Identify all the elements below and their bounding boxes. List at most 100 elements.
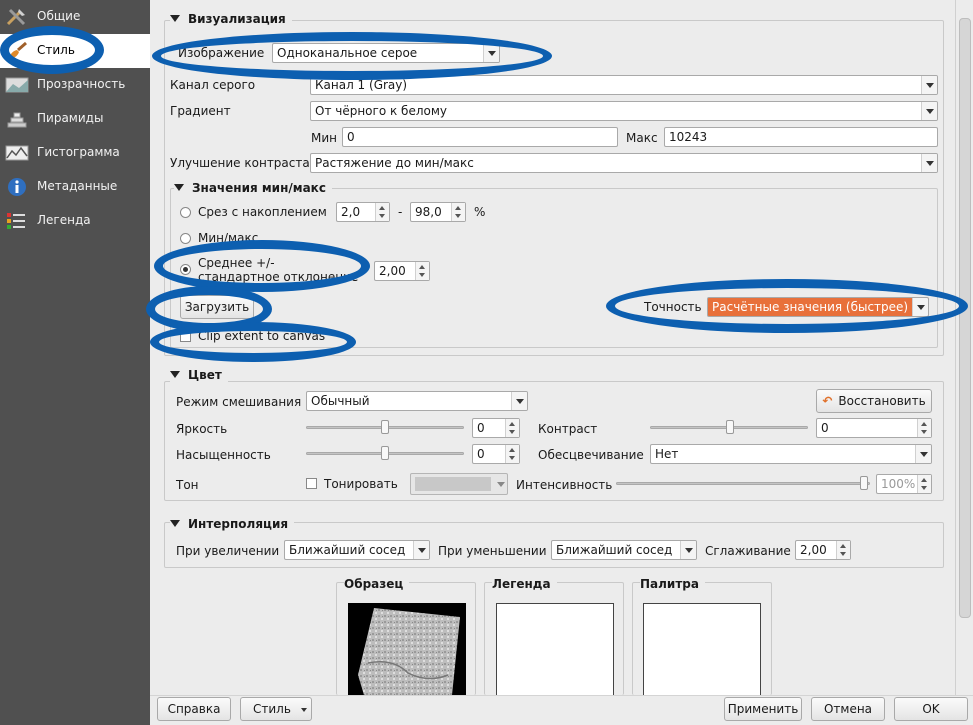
gray-band-label: Канал серого	[170, 78, 256, 92]
cumulative-cut-label: Срез с накоплением	[198, 205, 327, 219]
chevron-down-icon	[511, 392, 527, 410]
contrast-enhancement-label: Улучшение контраста	[170, 156, 310, 170]
stddev-label: Среднее +/- стандартное отклонение	[198, 256, 359, 284]
ok-button[interactable]: OK	[894, 697, 968, 721]
brightness-spinbox[interactable]: 0	[472, 418, 520, 438]
undo-icon: ↶	[822, 394, 833, 408]
contrast-spinbox[interactable]: 0	[816, 418, 932, 438]
max-label: Макс	[626, 131, 658, 145]
min-input[interactable]: 0	[342, 127, 618, 147]
brightness-label: Яркость	[176, 422, 228, 436]
saturation-label: Насыщенность	[176, 448, 271, 462]
raster-thumbnail	[358, 608, 460, 695]
spin-arrows-icon[interactable]	[415, 262, 429, 280]
cumulative-unit: %	[474, 205, 486, 219]
spin-arrows-icon[interactable]	[917, 419, 931, 437]
blend-mode-select[interactable]: Обычный	[306, 391, 528, 411]
zoomin-select[interactable]: Ближайший сосед	[284, 540, 430, 560]
spin-arrows-icon[interactable]	[917, 475, 931, 493]
cumulative-cut-radio[interactable]	[180, 207, 191, 218]
chevron-down-icon	[921, 76, 937, 94]
legend-title: Легенда	[492, 577, 557, 591]
load-button[interactable]: Загрузить	[180, 295, 254, 319]
color-picker-button[interactable]	[410, 473, 508, 495]
palette-title: Палитра	[640, 577, 705, 591]
help-button[interactable]: Справка	[157, 697, 231, 721]
brightness-slider-handle[interactable]	[381, 420, 389, 434]
spin-arrows-icon[interactable]	[505, 445, 519, 463]
sidebar-item-style[interactable]: Стиль	[0, 34, 150, 68]
cumulative-low-spinbox[interactable]: 2,0	[336, 202, 390, 222]
scrollbar[interactable]	[955, 0, 973, 695]
contrast-slider-handle[interactable]	[726, 420, 734, 434]
oversampling-spinbox[interactable]: 2,00	[795, 540, 851, 560]
spin-arrows-icon[interactable]	[505, 419, 519, 437]
render-type-select[interactable]: Одноканальное серое	[272, 43, 500, 63]
scrollbar-thumb[interactable]	[959, 18, 971, 618]
pyramid-icon	[7, 112, 27, 128]
blend-mode-label: Режим смешивания	[176, 395, 302, 409]
contrast-enhancement-select[interactable]: Растяжение до мин/макс	[310, 153, 938, 173]
accuracy-select[interactable]: Расчётные значения (быстрее)	[707, 297, 929, 317]
sidebar-item-histogram[interactable]: Гистограмма	[0, 136, 150, 170]
visualization-title[interactable]: Визуализация	[170, 12, 292, 26]
sidebar-item-label: Метаданные	[37, 179, 118, 193]
hue-label: Тон	[176, 478, 199, 492]
oversampling-label: Сглаживание	[705, 544, 791, 558]
strength-spinbox[interactable]: 100%	[876, 474, 932, 494]
info-icon	[8, 178, 26, 196]
style-menu-button[interactable]: Стиль	[240, 697, 312, 721]
clip-extent-label: Clip extent to canvas	[198, 329, 326, 343]
brush-icon	[9, 41, 27, 59]
minmax-title[interactable]: Значения мин/макс	[174, 181, 332, 195]
sidebar-item-transparency[interactable]: Прозрачность	[0, 68, 150, 102]
chevron-down-icon	[921, 102, 937, 120]
sample-title: Образец	[344, 577, 410, 591]
max-input[interactable]: 10243	[664, 127, 938, 147]
grayscale-select[interactable]: Нет	[650, 444, 932, 464]
cumulative-high-spinbox[interactable]: 98,0	[410, 202, 466, 222]
strength-slider-handle[interactable]	[860, 476, 868, 490]
sidebar-item-label: Пирамиды	[37, 111, 104, 125]
sidebar-item-legend[interactable]: Легенда	[0, 204, 150, 238]
apply-button[interactable]: Применить	[724, 697, 802, 721]
sidebar-item-label: Гистограмма	[37, 145, 120, 159]
gradient-select[interactable]: От чёрного к белому	[310, 101, 938, 121]
colorize-checkbox[interactable]	[306, 478, 317, 489]
reset-button[interactable]: ↶ Восстановить	[816, 389, 932, 413]
min-label: Мин	[311, 131, 337, 145]
chevron-down-icon	[915, 445, 931, 463]
chevron-down-icon	[413, 541, 429, 559]
colorize-label: Тонировать	[324, 477, 398, 491]
strength-label: Интенсивность	[516, 478, 613, 492]
render-type-label: Изображение	[178, 46, 265, 60]
legend-icon	[7, 213, 25, 229]
cancel-button[interactable]: Отмена	[811, 697, 885, 721]
strength-slider-track[interactable]	[616, 482, 870, 485]
color-title[interactable]: Цвет	[170, 368, 228, 382]
histogram-icon	[5, 145, 29, 161]
spin-arrows-icon[interactable]	[375, 203, 389, 221]
spin-arrows-icon[interactable]	[836, 541, 850, 559]
sidebar-item-general[interactable]: Общие	[0, 0, 150, 34]
sidebar-item-pyramids[interactable]: Пирамиды	[0, 102, 150, 136]
zoomout-select[interactable]: Ближайший сосед	[551, 540, 697, 560]
grayscale-label: Обесцвечивание	[538, 448, 644, 462]
saturation-slider-handle[interactable]	[381, 446, 389, 460]
accuracy-label: Точность	[644, 300, 702, 314]
saturation-spinbox[interactable]: 0	[472, 444, 520, 464]
sidebar-item-metadata[interactable]: Метаданные	[0, 170, 150, 204]
spin-arrows-icon[interactable]	[451, 203, 465, 221]
sidebar-item-label: Общие	[37, 9, 81, 23]
interpolation-title[interactable]: Интерполяция	[170, 517, 295, 531]
stddev-spinbox[interactable]: 2,00	[374, 261, 430, 281]
stddev-radio[interactable]	[180, 264, 191, 275]
tools-icon	[6, 8, 26, 26]
minmax-label: Мин/макс	[198, 231, 259, 245]
sidebar-item-label: Легенда	[37, 213, 91, 227]
minmax-radio[interactable]	[180, 233, 191, 244]
clip-extent-checkbox[interactable]	[180, 331, 191, 342]
sidebar-item-label: Стиль	[37, 43, 75, 57]
legend-preview	[496, 603, 614, 695]
gray-band-select[interactable]: Канал 1 (Gray)	[310, 75, 938, 95]
